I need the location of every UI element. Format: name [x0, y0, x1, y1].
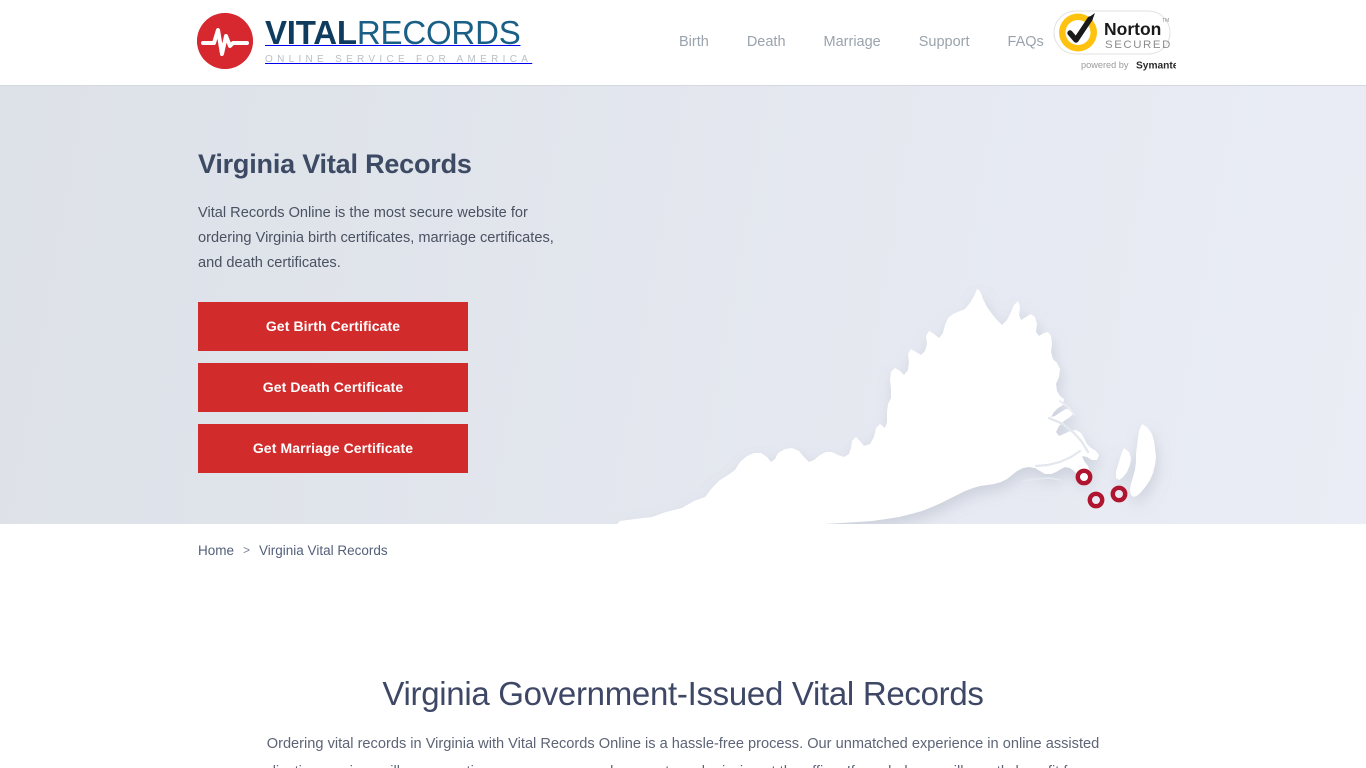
site-header: VITALRECORDS ONLINE SERVICE FOR AMERICA … [0, 0, 1366, 85]
breadcrumb: Home > Virginia Vital Records [198, 543, 388, 558]
hero-section: Virginia Vital Records Vital Records Onl… [0, 85, 1366, 524]
site-logo[interactable]: VITALRECORDS ONLINE SERVICE FOR AMERICA [197, 13, 532, 69]
nav-item-birth[interactable]: Birth [660, 32, 728, 52]
breadcrumb-current: Virginia Vital Records [259, 542, 388, 558]
intro-paragraph: Ordering vital records in Virginia with … [248, 736, 1117, 768]
logo-tagline: ONLINE SERVICE FOR AMERICA [265, 54, 533, 65]
nav-item-death[interactable]: Death [728, 32, 805, 52]
heartbeat-circle-icon [197, 13, 253, 69]
virginia-state-map [608, 276, 1193, 524]
svg-text:Norton: Norton [1104, 19, 1161, 39]
svg-text:SECURED: SECURED [1105, 39, 1172, 51]
breadcrumb-bar: Home > Virginia Vital Records [0, 524, 1366, 576]
logo-word-vital: VITAL [265, 14, 357, 51]
nav-item-marriage[interactable]: Marriage [805, 32, 900, 52]
logo-wordmark: VITALRECORDS [265, 14, 521, 51]
hero-copy: Virginia Vital Records Vital Records Onl… [198, 148, 618, 473]
logo-word-records: RECORDS [356, 14, 521, 51]
svg-text:Symantec: Symantec [1136, 61, 1176, 72]
breadcrumb-home[interactable]: Home [198, 543, 234, 558]
svg-text:TM: TM [1162, 18, 1169, 24]
page-title: Virginia Vital Records [198, 149, 472, 179]
svg-text:powered by: powered by [1081, 60, 1129, 70]
cta-button-group: Get Birth Certificate Get Death Certific… [198, 302, 618, 473]
hero-description: Vital Records Online is the most secure … [198, 205, 554, 271]
nav-item-support[interactable]: Support [900, 32, 989, 52]
intro-heading: Virginia Government-Issued Vital Records [382, 675, 984, 712]
norton-secured-badge[interactable]: Norton SECURED TM powered by Symantec [1048, 8, 1184, 76]
intro-section: Virginia Government-Issued Vital Records… [0, 576, 1366, 768]
get-death-certificate-button[interactable]: Get Death Certificate [198, 363, 468, 412]
get-marriage-certificate-button[interactable]: Get Marriage Certificate [198, 424, 468, 473]
get-birth-certificate-button[interactable]: Get Birth Certificate [198, 302, 468, 351]
chevron-right-icon: > [243, 543, 251, 557]
